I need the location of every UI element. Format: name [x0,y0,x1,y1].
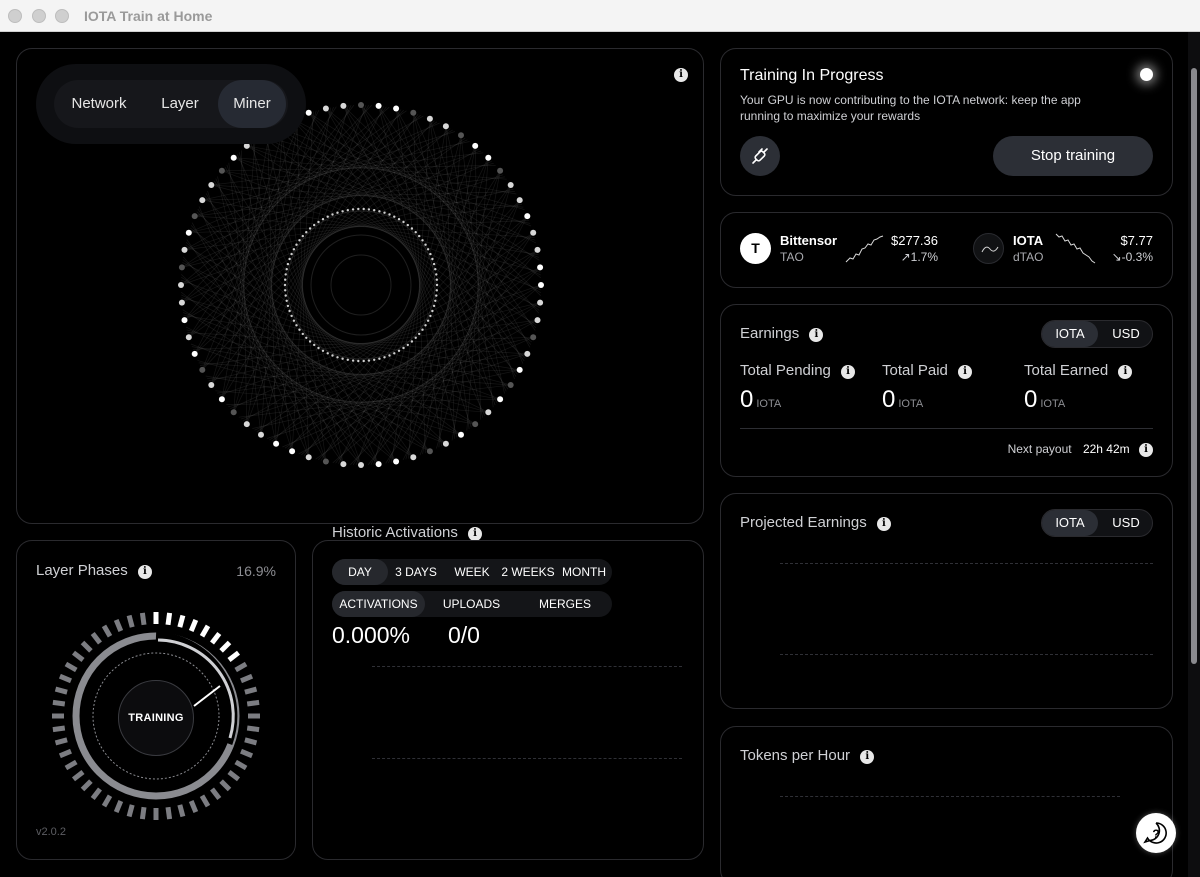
total-pending-value: 0 IOTA [740,386,782,413]
info-icon[interactable]: i [137,565,152,579]
tab-layer[interactable]: Layer [146,80,214,128]
projected-earnings-title: Projected Earnings i [740,514,891,531]
ticker-price-iota: $7.77 [1120,233,1153,248]
minimize-window-button[interactable] [32,9,46,23]
tab-day[interactable]: DAY [332,559,388,585]
bittensor-sparkline [845,235,884,263]
activation-ratio-value: 0/0 [448,622,480,648]
tab-week[interactable]: WEEK [444,559,500,585]
info-icon[interactable]: i [809,328,824,342]
next-payout: Next payout 22h 42m i [990,442,1153,457]
info-icon[interactable]: i [860,750,875,764]
ticker-name-iota: IOTA [1013,233,1044,248]
chart-gridline [780,654,1153,655]
chart-gridline [780,796,1120,797]
toggle-usd[interactable]: USD [1098,321,1154,347]
stop-training-button[interactable]: Stop training [993,136,1153,176]
tab-month[interactable]: MONTH [556,559,612,585]
info-icon[interactable]: i [876,517,891,531]
total-paid-value: 0 IOTA [882,386,924,413]
toggle-usd[interactable]: USD [1098,510,1154,536]
help-icon: ? [1143,822,1167,844]
historic-activations-panel [312,540,704,860]
arrow-down-right-icon: ↘ [1111,250,1122,264]
projected-currency-toggle[interactable]: IOTA USD [1041,509,1153,537]
tab-network[interactable]: Network [62,80,136,128]
toggle-iota[interactable]: IOTA [1042,510,1098,536]
ticker-symbol-dtao: dTAO [1013,250,1044,264]
ticker-change-iota: ↘-0.3% [1111,250,1153,264]
bittensor-logo-icon: T [740,233,771,264]
tab-3-days[interactable]: 3 DAYS [390,559,442,585]
earnings-currency-toggle[interactable]: IOTA USD [1041,320,1153,348]
layer-phases-title: Layer Phases i [36,562,152,579]
window-titlebar: IOTA Train at Home [0,0,1200,32]
total-earned-value: 0 IOTA [1024,386,1066,413]
historic-activations-title: Historic Activations i [332,524,483,541]
metric-tabs: ACTIVATIONS UPLOADS MERGES [332,591,612,617]
chart-gridline [372,666,682,667]
window-title: IOTA Train at Home [84,8,213,24]
total-paid-label: Total Paid i [882,362,973,379]
divider [740,428,1153,429]
tab-2-weeks[interactable]: 2 WEEKS [500,559,556,585]
info-icon[interactable]: i [468,527,483,541]
info-icon[interactable]: i [1118,365,1133,379]
tab-activations[interactable]: ACTIVATIONS [332,591,425,617]
plug-icon [752,148,768,164]
status-indicator-icon [1140,68,1153,81]
app-version: v2.0.2 [36,826,66,838]
ticker-price-bittensor: $277.36 [891,233,938,248]
scrollbar-thumb[interactable] [1191,68,1197,664]
svg-text:?: ? [1152,827,1159,841]
chart-gridline [780,563,1153,564]
training-title: Training In Progress [740,67,884,84]
arrow-up-right-icon: ↗ [900,250,911,264]
plug-button[interactable] [740,136,780,176]
ticker-name-bittensor: Bittensor [780,233,838,248]
scrollbar[interactable] [1188,32,1200,877]
iota-sparkline [1055,233,1096,264]
iota-wave-icon [981,246,999,253]
ticker-symbol-tao: TAO [780,250,804,264]
phase-center-label: TRAINING [118,680,194,756]
chart-gridline [372,758,682,759]
toggle-iota[interactable]: IOTA [1042,321,1098,347]
tab-merges[interactable]: MERGES [518,591,612,617]
iota-logo-icon [973,233,1004,264]
info-icon[interactable]: i [1139,443,1153,457]
info-icon[interactable]: i [841,365,856,379]
total-pending-label: Total Pending i [740,362,856,379]
tab-uploads[interactable]: UPLOADS [425,591,518,617]
earnings-title: Earnings i [740,325,824,342]
layer-phase-percent: 16.9% [236,563,276,579]
ticker-change-bittensor: ↗1.7% [900,250,938,264]
range-tabs: DAY 3 DAYS WEEK 2 WEEKS MONTH [332,559,612,585]
info-icon[interactable]: i [958,365,973,379]
info-icon[interactable]: i [674,68,688,82]
tab-miner[interactable]: Miner [218,80,286,128]
tokens-per-hour-title: Tokens per Hour i [740,747,875,764]
zoom-window-button[interactable] [55,9,69,23]
total-earned-label: Total Earned i [1024,362,1133,379]
training-description: Your GPU is now contributing to the IOTA… [740,93,1081,123]
close-window-button[interactable] [8,9,22,23]
activation-percent-value: 0.000% [332,622,411,648]
help-button[interactable]: ? [1136,813,1176,853]
